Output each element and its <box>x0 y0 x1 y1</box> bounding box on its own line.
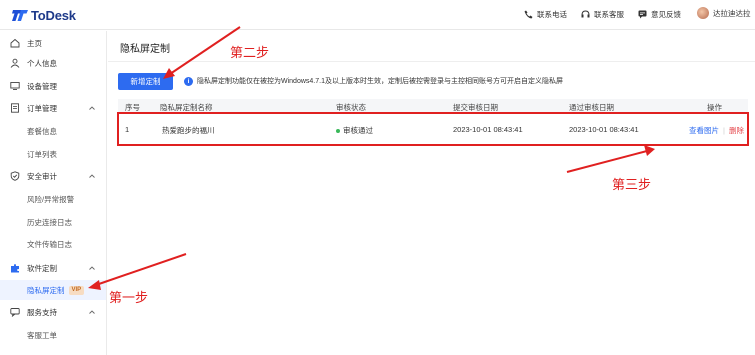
support-icon <box>10 307 20 318</box>
logo-text: ToDesk <box>31 8 76 23</box>
sidebar-item-profile[interactable]: 个人信息 <box>0 53 106 73</box>
info-text: 隐私屏定制功能仅在被控为Windows4.7.1及以上版本时生效，定制后被控需登… <box>197 78 563 85</box>
info-icon: i <box>184 76 193 86</box>
sidebar-item-support[interactable]: 服务支持 <box>0 302 106 322</box>
sidebar-item-label: 设备管理 <box>27 81 57 91</box>
sidebar-subitem-label: 隐私屏定制 <box>27 285 65 295</box>
feedback-icon <box>638 10 647 19</box>
top-bar: ToDesk 联系电话 联系客服 意见反馈 达拉迪达拉 <box>0 0 755 30</box>
sidebar-subitem-packages[interactable]: 套餐信息 <box>27 121 57 141</box>
top-links: 联系电话 联系客服 意见反馈 <box>524 9 695 20</box>
shield-icon <box>10 171 20 181</box>
sidebar-subitem-risk-alerts[interactable]: 风险/异常报警 <box>27 189 74 209</box>
feedback-link[interactable]: 意见反馈 <box>638 9 681 20</box>
device-icon <box>10 81 20 91</box>
sidebar-subitem-connection-log[interactable]: 历史连接日志 <box>27 212 72 232</box>
chevron-up-icon <box>88 264 96 272</box>
sidebar-item-label: 安全审计 <box>27 171 57 181</box>
table-header: 序号 隐私屏定制名称 审核状态 提交审核日期 通过审核日期 操作 <box>118 99 748 113</box>
annotation-step3: 第三步 <box>612 178 652 193</box>
page-title: 隐私屏定制 <box>120 44 170 55</box>
contact-phone-link[interactable]: 联系电话 <box>524 9 567 20</box>
sidebar-subitem-transfer-log[interactable]: 文件传输日志 <box>27 234 72 254</box>
user-icon <box>10 58 20 68</box>
highlight-box <box>117 112 749 146</box>
sidebar-item-label: 主页 <box>27 38 42 48</box>
sidebar: 主页 个人信息 设备管理 订单管理 套餐信息 订单列表 安全审计 风险/异常报警… <box>0 31 107 355</box>
sidebar-item-orders[interactable]: 订单管理 <box>0 98 106 118</box>
sidebar-item-devices[interactable]: 设备管理 <box>0 76 106 96</box>
sidebar-subitem-tickets[interactable]: 客服工单 <box>27 325 57 345</box>
sidebar-item-security[interactable]: 安全审计 <box>0 166 106 186</box>
annotation-step2: 第二步 <box>230 46 270 61</box>
sidebar-item-label: 个人信息 <box>27 58 57 68</box>
chevron-up-icon <box>88 172 96 180</box>
phone-icon <box>524 10 533 19</box>
sidebar-subitem-privacy-screen[interactable]: 隐私屏定制 VIP <box>27 280 85 300</box>
user-menu[interactable]: 达拉迪达拉 <box>697 7 751 19</box>
home-icon <box>10 38 20 48</box>
avatar <box>697 7 709 19</box>
chevron-up-icon <box>88 104 96 112</box>
sidebar-item-label: 订单管理 <box>27 103 57 113</box>
chevron-up-icon <box>88 308 96 316</box>
sidebar-item-home[interactable]: 主页 <box>0 33 106 53</box>
vip-badge: VIP <box>68 285 85 295</box>
todesk-logo-icon <box>12 9 28 22</box>
contact-support-link[interactable]: 联系客服 <box>581 9 624 20</box>
headset-icon <box>581 10 590 19</box>
logo[interactable]: ToDesk <box>12 8 76 23</box>
divider <box>108 61 755 62</box>
username: 达拉迪达拉 <box>713 8 751 18</box>
order-icon <box>10 103 20 113</box>
main-content: 隐私屏定制 新增定制 i 隐私屏定制功能仅在被控为Windows4.7.1及以上… <box>108 31 755 355</box>
sidebar-item-custom[interactable]: 软件定制 <box>0 258 106 278</box>
contact-support-label: 联系客服 <box>594 10 624 19</box>
sidebar-subitem-order-list[interactable]: 订单列表 <box>27 144 57 164</box>
sidebar-item-label: 服务支持 <box>27 307 57 317</box>
add-customization-button[interactable]: 新增定制 <box>118 73 173 90</box>
puzzle-icon <box>10 263 20 273</box>
contact-phone-label: 联系电话 <box>537 10 567 19</box>
feedback-label: 意见反馈 <box>651 10 681 19</box>
sidebar-item-label: 软件定制 <box>27 263 57 273</box>
annotation-step1: 第一步 <box>109 291 149 306</box>
info-notice: i 隐私屏定制功能仅在被控为Windows4.7.1及以上版本时生效，定制后被控… <box>184 76 563 86</box>
